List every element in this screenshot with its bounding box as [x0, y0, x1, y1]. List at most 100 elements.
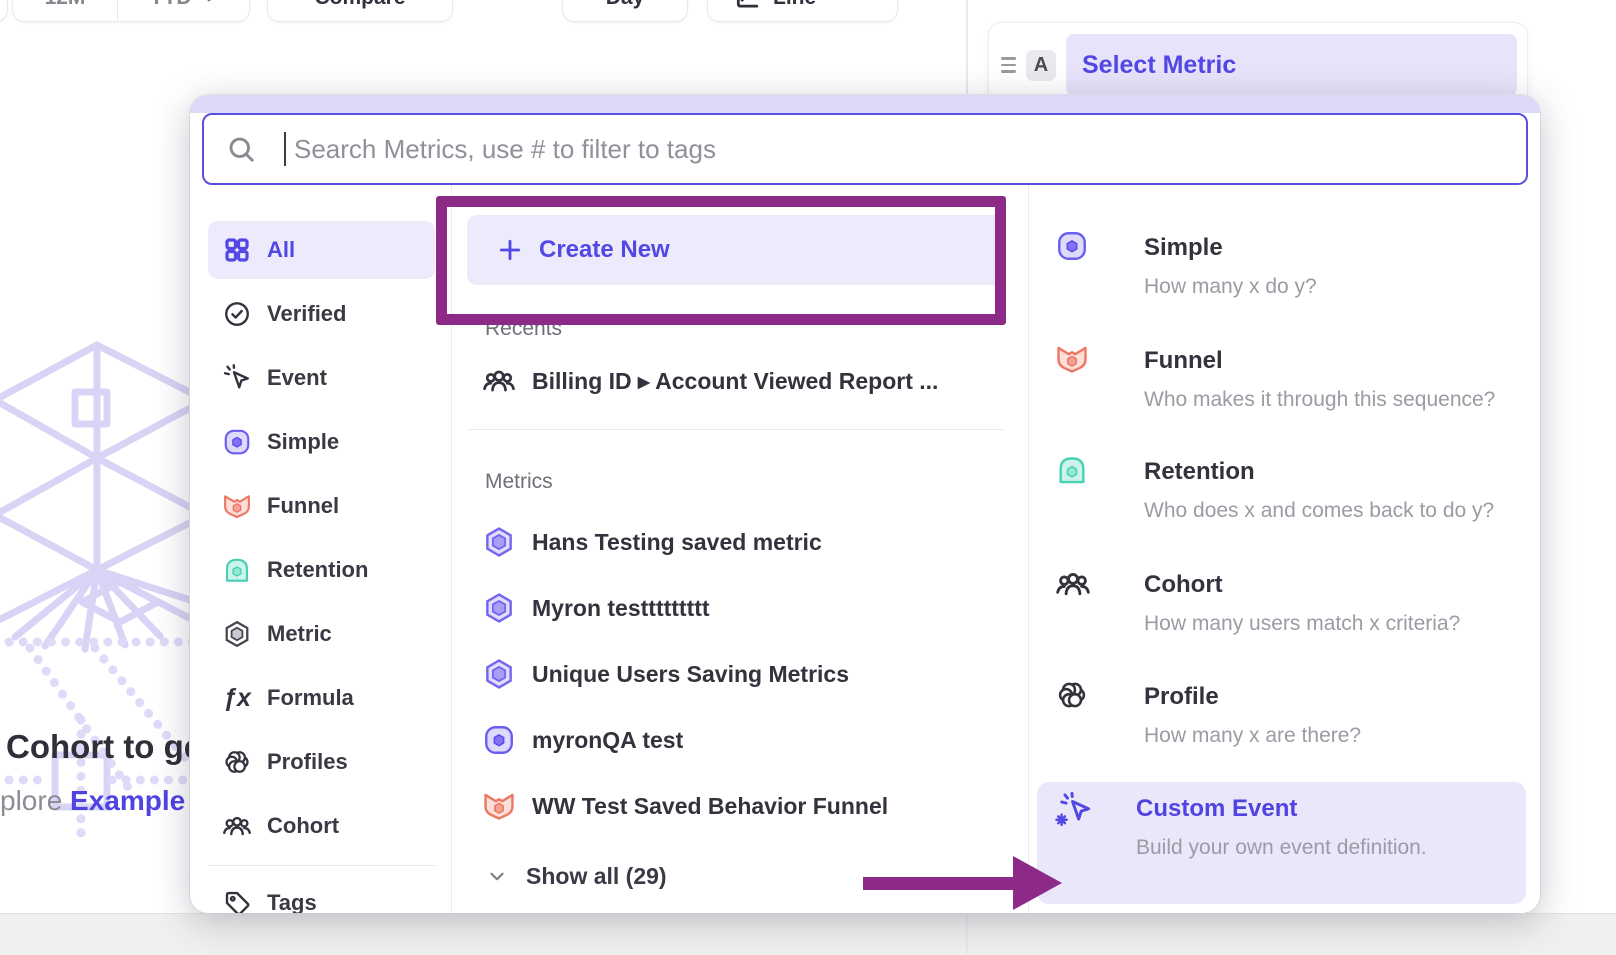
event-icon — [222, 363, 252, 393]
type-description: How many x are there? — [1144, 722, 1540, 750]
metric-item-label: Unique Users Saving Metrics — [532, 661, 849, 688]
explore-text: xplore — [0, 785, 70, 816]
sidebar-divider — [208, 865, 436, 866]
background-explore-line: xplore Example R — [0, 785, 200, 817]
verified-icon — [222, 299, 252, 329]
metric-list-item[interactable]: Hans Testing saved metric — [482, 516, 1028, 568]
range-12m-label: 12M — [45, 0, 86, 10]
compare-label: Compare — [314, 0, 405, 10]
sidebar-item-label: Cohort — [267, 813, 339, 839]
metric-item-label: WW Test Saved Behavior Funnel — [532, 793, 888, 820]
tag-icon — [222, 888, 252, 913]
metric-hexagon-icon — [482, 657, 516, 691]
recent-item-label: Billing ID ▸ Account Viewed Report ... — [532, 368, 938, 395]
type-title: Profile — [1144, 682, 1540, 712]
section-divider — [468, 429, 1004, 430]
retention-icon — [1055, 453, 1089, 487]
search-box — [202, 113, 1528, 185]
type-description: Who makes it through this sequence? — [1144, 386, 1540, 414]
formula-icon: ƒx — [222, 684, 252, 713]
toolbar-edge-button[interactable] — [0, 0, 8, 22]
metric-hexagon-icon — [482, 591, 516, 625]
metric-list-item[interactable]: Unique Users Saving Metrics — [482, 648, 1028, 700]
type-description: How many x do y? — [1144, 273, 1540, 301]
chevron-down-icon — [486, 865, 508, 887]
type-retention[interactable]: Retention Who does x and comes back to d… — [1029, 445, 1540, 525]
simple-icon — [222, 427, 252, 457]
range-ytd-button[interactable]: YTD — [118, 0, 249, 21]
date-range-control: 12M YTD — [12, 0, 250, 22]
example-link[interactable]: Example R — [70, 785, 200, 816]
metric-item-label: myronQA test — [532, 727, 683, 754]
sidebar-item-label: All — [267, 237, 295, 263]
type-title: Custom Event — [1136, 794, 1526, 824]
type-description: Build your own event definition. — [1136, 834, 1526, 862]
type-title: Simple — [1144, 233, 1540, 263]
day-button[interactable]: Day — [562, 0, 688, 22]
select-metric-field[interactable]: Select Metric — [1066, 34, 1517, 96]
sidebar-item-tags[interactable]: Tags — [208, 878, 435, 913]
type-title: Funnel — [1144, 346, 1540, 376]
sidebar-item-funnel[interactable]: Funnel — [208, 481, 435, 531]
sidebar-item-label: Event — [267, 365, 327, 391]
line-chart-type-button[interactable]: Line — [707, 0, 898, 22]
funnel-icon — [1055, 342, 1089, 376]
metrics-section-label: Metrics — [485, 470, 1028, 494]
background-heading: r Cohort to ge — [0, 728, 214, 766]
sidebar-item-label: Verified — [267, 301, 346, 327]
range-ytd-label: YTD — [150, 0, 192, 10]
profile-icon — [1055, 678, 1089, 712]
type-simple[interactable]: Simple How many x do y? — [1029, 221, 1540, 301]
simple-icon — [482, 723, 516, 757]
grid-icon — [222, 235, 252, 265]
sidebar-item-label: Retention — [267, 557, 368, 583]
metric-item-label: Myron testtttttttt — [532, 595, 710, 622]
search-input[interactable] — [286, 133, 1526, 166]
type-custom-event[interactable]: Custom Event Build your own event defini… — [1037, 782, 1526, 904]
sidebar-item-cohort[interactable]: Cohort — [208, 801, 435, 851]
search-icon — [226, 134, 256, 164]
sidebar-item-all[interactable]: All — [208, 221, 435, 279]
type-description: How many users match x criteria? — [1144, 610, 1540, 638]
annotation-arrow — [863, 856, 1063, 910]
filter-sidebar: All Verified Event Simple Funnel Retenti… — [190, 185, 452, 913]
show-all-label: Show all (29) — [526, 863, 667, 890]
select-metric-label: Select Metric — [1082, 51, 1236, 80]
sidebar-item-event[interactable]: Event — [208, 353, 435, 403]
type-profile[interactable]: Profile How many x are there? — [1029, 670, 1540, 750]
recent-item[interactable]: Billing ID ▸ Account Viewed Report ... — [482, 357, 1028, 405]
sidebar-item-metric[interactable]: Metric — [208, 609, 435, 659]
annotation-highlight-box — [436, 196, 1006, 325]
compare-button[interactable]: Compare — [267, 0, 453, 22]
sidebar-item-label: Funnel — [267, 493, 339, 519]
metric-list-item[interactable]: myronQA test — [482, 714, 1028, 766]
simple-icon — [1055, 229, 1089, 263]
sidebar-item-label: Formula — [267, 685, 354, 711]
sidebar-item-verified[interactable]: Verified — [208, 289, 435, 339]
metric-hexagon-icon — [482, 525, 516, 559]
type-description: Who does x and comes back to do y? — [1144, 497, 1540, 525]
metric-list-item[interactable]: Myron testtttttttt — [482, 582, 1028, 634]
page-bottom-strip — [0, 913, 1616, 955]
cohort-icon — [482, 364, 516, 398]
search-focus-halo — [190, 95, 1540, 113]
metric-list-item[interactable]: WW Test Saved Behavior Funnel — [482, 780, 1028, 832]
type-title: Cohort — [1144, 570, 1540, 600]
sidebar-item-label: Simple — [267, 429, 339, 455]
cohort-icon — [222, 811, 252, 841]
sidebar-item-retention[interactable]: Retention — [208, 545, 435, 595]
cohort-icon — [1055, 566, 1091, 602]
metric-icon — [222, 619, 252, 649]
metric-type-column: Simple How many x do y? Funnel Who makes… — [1029, 185, 1540, 913]
annotation-arrow-shaft — [863, 877, 1015, 890]
sidebar-item-profiles[interactable]: Profiles — [208, 737, 435, 787]
type-cohort[interactable]: Cohort How many users match x criteria? — [1029, 558, 1540, 638]
chevron-down-icon — [200, 0, 218, 7]
drag-handle-icon[interactable] — [1001, 57, 1016, 72]
line-chart-icon — [734, 0, 760, 11]
type-funnel[interactable]: Funnel Who makes it through this sequenc… — [1029, 334, 1540, 414]
sidebar-item-formula[interactable]: ƒx Formula — [208, 673, 435, 723]
sidebar-item-simple[interactable]: Simple — [208, 417, 435, 467]
range-12m-button[interactable]: 12M — [13, 0, 118, 21]
metric-slot-badge: A — [1026, 50, 1056, 81]
